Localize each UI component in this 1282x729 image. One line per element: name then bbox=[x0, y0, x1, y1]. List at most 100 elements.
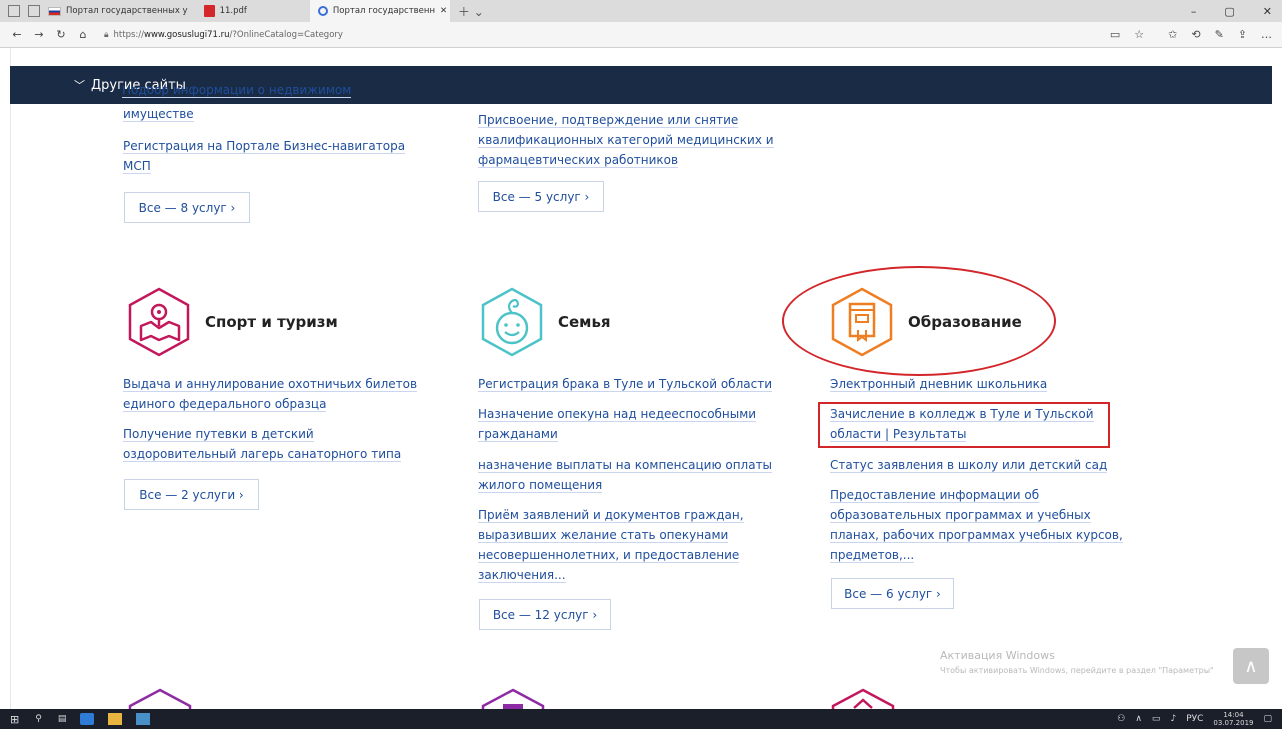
windows-activation-watermark: Активация Windows Чтобы активировать Win… bbox=[940, 648, 1214, 678]
tab-label: Портал государственных у bbox=[66, 6, 188, 16]
sport-map-icon bbox=[128, 287, 190, 357]
service-link[interactable]: оздоровительный лагерь санаторного типа bbox=[123, 444, 402, 464]
service-link[interactable]: Подбор информации о недвижимом bbox=[122, 86, 352, 100]
all-services-button[interactable]: Все — 2 услуги › bbox=[124, 479, 259, 510]
service-link[interactable]: МСП bbox=[123, 156, 151, 176]
clock[interactable]: 14:04 03.07.2019 bbox=[1213, 711, 1253, 727]
forward-icon[interactable]: → bbox=[28, 28, 50, 41]
chevron-down-icon: ﹀ bbox=[74, 79, 85, 92]
windows-start-icon[interactable]: ⊞ bbox=[10, 713, 19, 726]
share-icon[interactable]: ⇪ bbox=[1238, 28, 1247, 41]
loading-icon bbox=[317, 6, 328, 16]
home-icon[interactable]: ⌂ bbox=[72, 28, 94, 41]
clock-time: 14:04 bbox=[1223, 711, 1244, 719]
service-link[interactable]: Назначение опекуна над недееспособными bbox=[478, 404, 757, 424]
category-title: Семья bbox=[558, 313, 611, 331]
explorer-app-icon[interactable] bbox=[108, 713, 123, 725]
close-window-icon[interactable]: ✕ bbox=[1263, 5, 1272, 18]
service-link[interactable]: Предоставление информации об bbox=[830, 485, 1040, 505]
service-link[interactable]: единого федерального образца bbox=[123, 394, 327, 414]
service-link[interactable]: образовательных программах и учебных bbox=[830, 505, 1091, 525]
category-icon-peek bbox=[826, 688, 900, 710]
service-link[interactable]: Регистрация брака в Туле и Тульской обла… bbox=[478, 374, 772, 394]
favorites-icon[interactable]: ✩ bbox=[1168, 28, 1177, 41]
task-view-icon[interactable]: ▤ bbox=[58, 714, 67, 724]
category-icon-peek bbox=[476, 688, 550, 710]
pen-icon[interactable]: ✎ bbox=[1215, 28, 1224, 41]
service-link[interactable]: имуществе bbox=[123, 104, 194, 124]
all-services-button[interactable]: Все — 5 услуг › bbox=[478, 181, 604, 212]
service-link[interactable]: фармацевтических работников bbox=[478, 150, 679, 170]
tray-chevron-icon[interactable]: ∧ bbox=[1135, 714, 1142, 724]
service-link[interactable]: Приём заявлений и документов граждан, bbox=[478, 505, 744, 525]
tab-active-portal[interactable]: Портал государственн ✕ bbox=[309, 0, 450, 22]
system-tray: ⚇ ∧ ▭ ♪ РУС 14:04 03.07.2019 ▢ bbox=[1117, 711, 1282, 727]
tab-label: 11.pdf bbox=[219, 6, 247, 16]
service-link[interactable]: предметов,... bbox=[830, 545, 915, 565]
watermark-title: Активация Windows bbox=[940, 649, 1055, 662]
service-link[interactable]: Присвоение, подтверждение или снятие bbox=[478, 110, 739, 130]
tabs-aside-icon[interactable] bbox=[28, 5, 40, 17]
back-icon[interactable]: ← bbox=[6, 28, 28, 41]
window-controls: – ▢ ✕ bbox=[1191, 5, 1282, 18]
service-link[interactable]: Регистрация на Портале Бизнес-навигатора bbox=[123, 136, 406, 156]
network-icon[interactable]: ▭ bbox=[1152, 714, 1161, 724]
people-icon[interactable]: ⚇ bbox=[1117, 714, 1125, 724]
volume-icon[interactable]: ♪ bbox=[1170, 714, 1176, 724]
russia-flag-icon bbox=[48, 6, 61, 16]
refresh-icon[interactable]: ↻ bbox=[50, 28, 72, 41]
service-link[interactable]: Выдача и аннулирование охотничьих билето… bbox=[123, 374, 418, 394]
category-icon-peek bbox=[123, 688, 197, 710]
tab-label: Портал государственн bbox=[332, 6, 436, 16]
edge-app-icon[interactable] bbox=[80, 713, 95, 725]
lock-icon: 🔒︎ bbox=[104, 29, 109, 40]
language-indicator[interactable]: РУС bbox=[1186, 714, 1203, 724]
clipped-link: Подбор информации о недвижимом bbox=[122, 86, 442, 100]
family-baby-icon bbox=[481, 287, 543, 357]
windows-taskbar: ⊞ ⚲ ▤ ⚇ ∧ ▭ ♪ РУС 14:04 03.07.2019 ▢ bbox=[0, 709, 1282, 729]
url-field[interactable]: 🔒︎ https://www.gosuslugi71.ru/?OnlineCat… bbox=[104, 30, 343, 40]
scroll-to-top-button[interactable]: ∧ bbox=[1233, 648, 1269, 684]
window-icon[interactable] bbox=[8, 5, 20, 17]
highlight-ellipse bbox=[782, 266, 1056, 376]
maximize-icon[interactable]: ▢ bbox=[1224, 5, 1234, 18]
service-link[interactable]: квалификационных категорий медицинских и bbox=[478, 130, 774, 150]
category-family[interactable]: Семья bbox=[476, 286, 611, 358]
service-link[interactable]: Статус заявления в школу или детский сад bbox=[830, 455, 1108, 475]
service-link[interactable]: несовершеннолетних, и предоставление bbox=[478, 545, 740, 565]
app-icon[interactable] bbox=[136, 713, 151, 725]
tab-gosuslugi[interactable]: Портал государственных у bbox=[40, 0, 196, 22]
service-link[interactable]: Электронный дневник школьника bbox=[830, 374, 1048, 394]
reading-view-icon[interactable]: ▭ bbox=[1110, 28, 1120, 41]
service-link[interactable]: Получение путевки в детский bbox=[123, 424, 314, 444]
service-link[interactable]: жилого помещения bbox=[478, 475, 603, 495]
new-tab-icon[interactable]: ＋ ⌄ bbox=[458, 3, 484, 20]
browser-actions: ▭ ☆ ✩ ⟲ ✎ ⇪ … bbox=[1110, 28, 1282, 41]
close-tab-icon[interactable]: ✕ bbox=[440, 6, 447, 16]
notifications-icon[interactable]: ▢ bbox=[1263, 714, 1272, 724]
service-link[interactable]: гражданами bbox=[478, 424, 558, 444]
tab-content: Портал государственн bbox=[317, 6, 436, 16]
pdf-icon bbox=[203, 5, 215, 17]
category-title: Спорт и туризм bbox=[205, 313, 338, 331]
tab-pdf[interactable]: 11.pdf bbox=[196, 0, 255, 22]
all-services-button[interactable]: Все — 8 услуг › bbox=[124, 192, 250, 223]
category-sport[interactable]: Спорт и туризм bbox=[123, 286, 338, 358]
history-icon[interactable]: ⟲ bbox=[1191, 28, 1200, 41]
watermark-subtitle: Чтобы активировать Windows, перейдите в … bbox=[940, 666, 1214, 675]
more-icon[interactable]: … bbox=[1261, 28, 1272, 41]
all-services-button[interactable]: Все — 6 услуг › bbox=[831, 578, 954, 609]
minimize-icon[interactable]: – bbox=[1191, 5, 1197, 18]
browser-tab-bar: Портал государственных у 11.pdf Портал г… bbox=[0, 0, 1282, 22]
favorite-star-icon[interactable]: ☆ bbox=[1134, 28, 1144, 41]
service-link[interactable]: заключения... bbox=[478, 565, 566, 585]
service-link[interactable]: планах, рабочих программах учебных курсо… bbox=[830, 525, 1123, 545]
url-domain: www.gosuslugi71.ru bbox=[144, 29, 230, 40]
service-link[interactable]: выразивших желание стать опекунами bbox=[478, 525, 729, 545]
url-prefix: https:// bbox=[113, 29, 144, 40]
clock-date: 03.07.2019 bbox=[1213, 719, 1254, 727]
all-services-button[interactable]: Все — 12 услуг › bbox=[479, 599, 611, 630]
search-icon[interactable]: ⚲ bbox=[35, 714, 42, 724]
service-link[interactable]: назначение выплаты на компенсацию оплаты bbox=[478, 455, 773, 475]
highlight-rectangle bbox=[818, 402, 1110, 448]
